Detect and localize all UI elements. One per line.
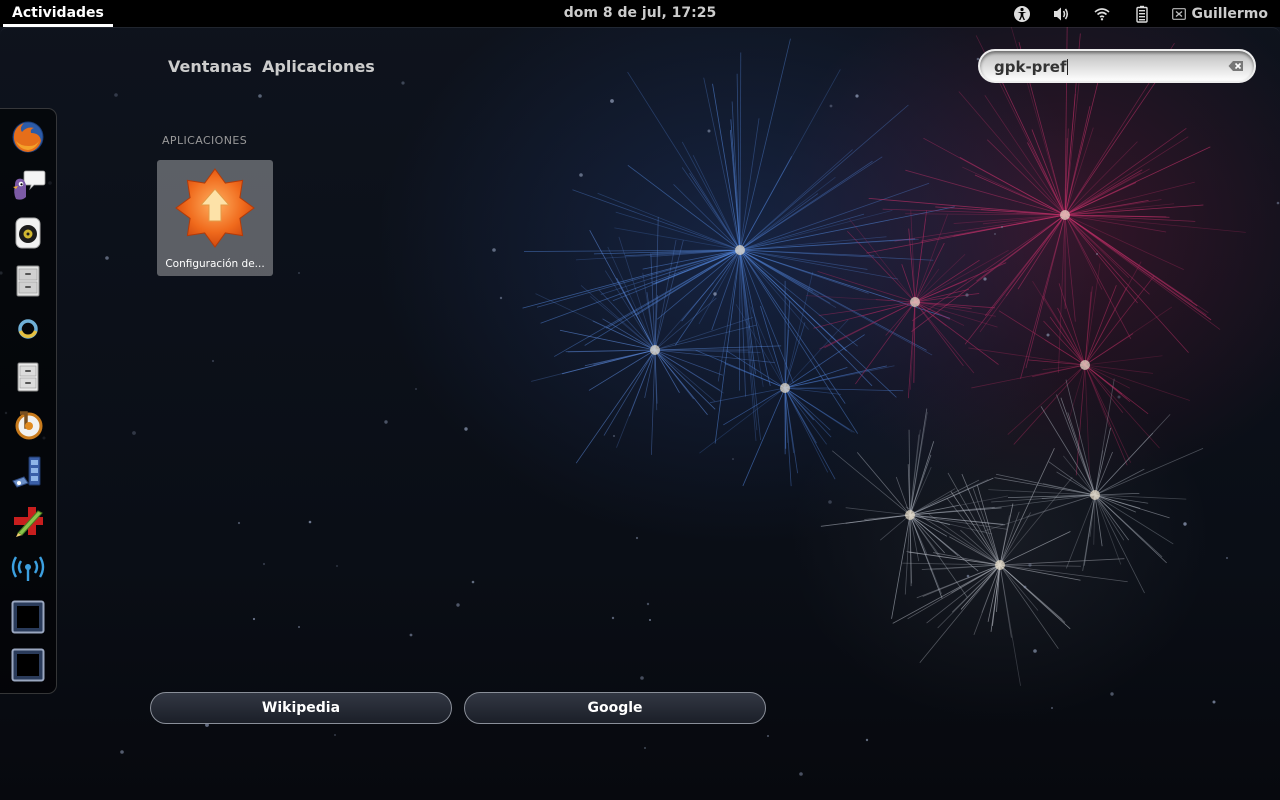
video-editor-icon <box>12 456 41 488</box>
dash-item-disk[interactable] <box>8 309 48 349</box>
blank-window-icon <box>11 648 45 682</box>
volume-icon[interactable] <box>1052 4 1072 24</box>
system-tray: Guillermo <box>1012 0 1280 27</box>
accessibility-icon[interactable] <box>1012 4 1032 24</box>
tab-windows[interactable]: Ventanas <box>168 57 252 76</box>
tab-applications[interactable]: Aplicaciones <box>262 57 375 76</box>
rhythmbox-icon <box>15 217 41 249</box>
file-cabinet-icon <box>17 362 39 392</box>
wifi-icon[interactable] <box>1092 4 1112 24</box>
activities-button[interactable]: Actividades <box>0 0 116 27</box>
user-name: Guillermo <box>1191 5 1268 22</box>
top-bar: Actividades dom 8 de jul, 17:25 Guillerm… <box>0 0 1280 27</box>
user-menu[interactable]: Guillermo <box>1171 5 1268 22</box>
pidgin-icon <box>13 170 46 200</box>
dash-item-transmission[interactable] <box>8 405 48 445</box>
dash-item-video-editor[interactable] <box>8 453 48 493</box>
app-result-tile[interactable]: Configuración de... <box>157 160 273 276</box>
firefox-icon <box>12 121 44 153</box>
dash-item-pidgin[interactable] <box>8 165 48 205</box>
file-manager-icon <box>16 265 40 297</box>
wikipedia-search-button[interactable]: Wikipedia <box>150 692 452 724</box>
google-search-button[interactable]: Google <box>464 692 766 724</box>
dash-item-rhythmbox[interactable] <box>8 213 48 253</box>
user-status-icon <box>1171 7 1186 20</box>
dash-item-window-2[interactable] <box>8 645 48 685</box>
dash-item-files[interactable] <box>8 261 48 301</box>
clear-text-icon[interactable] <box>1228 60 1244 72</box>
search-entry[interactable]: gpk-pref <box>978 49 1256 83</box>
dash <box>0 108 57 694</box>
clock-label[interactable]: dom 8 de jul, 17:25 <box>558 5 722 21</box>
battery-icon[interactable] <box>1132 4 1152 24</box>
dash-item-firefox[interactable] <box>8 117 48 157</box>
search-input[interactable]: gpk-pref <box>994 58 1068 76</box>
dash-item-window-1[interactable] <box>8 597 48 637</box>
wireless-hotspot-icon <box>11 556 45 581</box>
dash-item-hotspot[interactable] <box>8 549 48 589</box>
software-update-icon <box>175 168 255 248</box>
bittorrent-icon <box>15 411 43 440</box>
disk-ring-icon <box>18 319 38 339</box>
text-editor-icon <box>14 507 43 537</box>
dash-item-editor[interactable] <box>8 501 48 541</box>
blank-window-icon <box>11 600 45 634</box>
results-section-title: APLICACIONES <box>162 134 248 147</box>
dash-item-file-cabinet[interactable] <box>8 357 48 397</box>
app-result-label: Configuración de... <box>165 258 265 270</box>
